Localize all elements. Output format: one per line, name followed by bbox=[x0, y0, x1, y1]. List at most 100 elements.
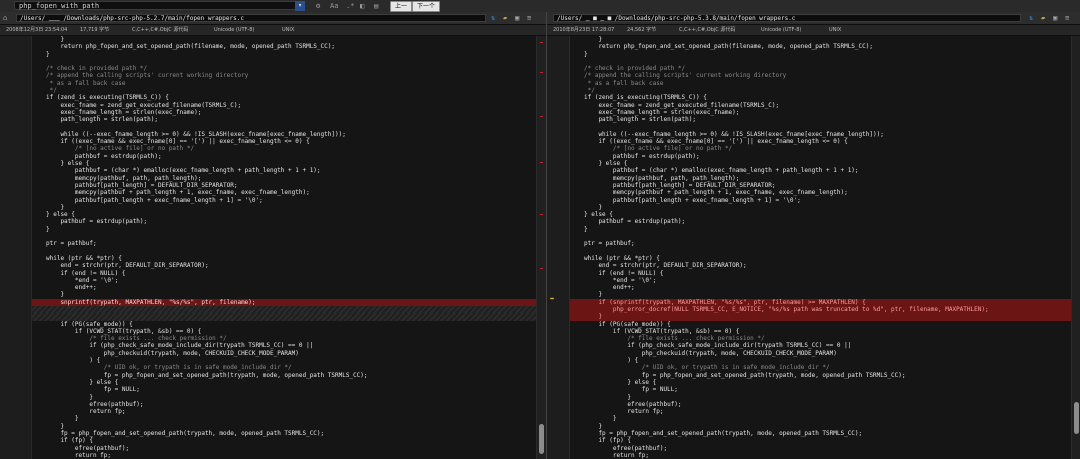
code-line[interactable]: return fp; bbox=[32, 452, 536, 459]
highlight-icon[interactable]: ◧ bbox=[360, 1, 364, 11]
code-line[interactable]: if (end != NULL) { bbox=[32, 270, 536, 277]
line-endings[interactable]: UNIX bbox=[282, 25, 294, 35]
code-line[interactable]: fp = php_fopen_and_set_opened_path(trypa… bbox=[32, 372, 536, 379]
diff-arrow-icon[interactable]: ➥ bbox=[550, 296, 554, 303]
code-line[interactable]: } bbox=[570, 291, 1071, 298]
code-line[interactable]: } bbox=[570, 204, 1071, 211]
code-line[interactable]: } bbox=[570, 313, 1071, 321]
code-line[interactable]: /* check in provided path */ bbox=[570, 65, 1071, 72]
code-line[interactable] bbox=[32, 233, 536, 240]
code-line[interactable]: } bbox=[32, 204, 536, 211]
save-icon[interactable]: ▣ bbox=[515, 13, 519, 23]
code-line[interactable]: } else { bbox=[32, 379, 536, 386]
file-encoding[interactable]: Unicode (UTF-8) bbox=[214, 25, 254, 35]
code-line[interactable]: efree(pathbuf); bbox=[570, 445, 1071, 452]
pin-icon[interactable]: ⇅ bbox=[1029, 13, 1033, 23]
code-line[interactable]: efree(pathbuf); bbox=[32, 401, 536, 408]
code-line[interactable]: pathbuf = estrdup(path); bbox=[32, 153, 536, 160]
file-type[interactable]: C,C++,C#,ObjC 源代码 bbox=[132, 25, 188, 35]
right-file-path[interactable]: /Users/ ▁ ■ ▁ ■ /Downloads/php-src-php-5… bbox=[553, 14, 1021, 22]
code-line[interactable]: path_length = strlen(path); bbox=[570, 116, 1071, 123]
code-line[interactable]: } else { bbox=[570, 160, 1071, 167]
prev-button[interactable]: 上一 bbox=[390, 1, 413, 12]
code-line[interactable]: /* check in provided path */ bbox=[32, 65, 536, 72]
code-line[interactable]: /* file exists ... check permission */ bbox=[32, 335, 536, 342]
code-line[interactable]: exec_fname_length = strlen(exec_fname); bbox=[570, 109, 1071, 116]
code-line[interactable]: } bbox=[32, 226, 536, 233]
file-encoding[interactable]: Unicode (UTF-8) bbox=[761, 25, 801, 35]
code-line[interactable]: if (php_check_safe_mode_include_dir(tryp… bbox=[32, 342, 536, 349]
code-line[interactable]: snprintf(trypath, MAXPATHLEN, "%s/%s", p… bbox=[32, 298, 536, 306]
code-line[interactable] bbox=[570, 248, 1071, 255]
code-line[interactable] bbox=[32, 248, 536, 255]
code-line[interactable]: fp = php_fopen_and_set_opened_path(trypa… bbox=[570, 372, 1071, 379]
code-line[interactable]: pathbuf = estrdup(path); bbox=[32, 218, 536, 225]
code-line[interactable]: fp = NULL; bbox=[570, 386, 1071, 393]
right-scroll-thumb[interactable] bbox=[1074, 402, 1079, 434]
code-line[interactable]: /* append the calling scripts' current w… bbox=[32, 72, 536, 79]
code-line[interactable]: pathbuf[path_length + exec_fname_length … bbox=[570, 197, 1071, 204]
code-line[interactable]: } bbox=[32, 291, 536, 298]
code-line[interactable]: fp = NULL; bbox=[32, 386, 536, 393]
filter-icon[interactable]: ▤ bbox=[374, 1, 378, 11]
code-line[interactable]: if (PG(safe_mode)) { bbox=[32, 321, 536, 328]
code-line[interactable]: pathbuf = (char *) emalloc(exec_fname_le… bbox=[570, 167, 1071, 174]
code-line[interactable]: if ((exec_fname && exec_fname[0] == '[')… bbox=[32, 138, 536, 145]
code-line[interactable]: /* file exists ... check permission */ bbox=[570, 335, 1071, 342]
code-line[interactable] bbox=[570, 124, 1071, 131]
code-line[interactable] bbox=[570, 233, 1071, 240]
code-line[interactable]: pathbuf = estrdup(path); bbox=[570, 218, 1071, 225]
code-line[interactable]: pathbuf[path_length] = DEFAULT_DIR_SEPAR… bbox=[570, 182, 1071, 189]
folder-icon[interactable]: ▰ bbox=[1041, 13, 1045, 23]
search-input[interactable]: php_fopen_with_path bbox=[14, 1, 304, 10]
code-line[interactable]: } bbox=[32, 423, 536, 430]
code-line[interactable]: efree(pathbuf); bbox=[32, 445, 536, 452]
regex-icon[interactable]: .* bbox=[346, 1, 354, 11]
code-line[interactable]: ) { bbox=[32, 357, 536, 364]
save-icon[interactable]: ▣ bbox=[1053, 13, 1057, 23]
code-line[interactable]: end = strchr(ptr, DEFAULT_DIR_SEPARATOR)… bbox=[32, 262, 536, 269]
code-line[interactable]: while ((--exec_fname_length >= 0) && !IS… bbox=[570, 131, 1071, 138]
search-dropdown-icon[interactable]: ▾ bbox=[295, 1, 305, 11]
code-line[interactable]: end++; bbox=[32, 284, 536, 291]
code-line[interactable]: */ bbox=[570, 87, 1071, 94]
code-line[interactable]: memcpy(pathbuf + path_length + 1, exec_f… bbox=[32, 189, 536, 196]
code-line[interactable] bbox=[32, 305, 536, 314]
code-line[interactable] bbox=[32, 313, 536, 321]
code-line[interactable]: } bbox=[32, 51, 536, 58]
case-icon[interactable]: Aa bbox=[330, 1, 338, 11]
search-options-icon[interactable]: ⚙ bbox=[316, 1, 320, 11]
code-line[interactable]: } else { bbox=[32, 211, 536, 218]
code-line[interactable]: } bbox=[570, 51, 1071, 58]
code-line[interactable] bbox=[32, 124, 536, 131]
code-line[interactable]: if (end != NULL) { bbox=[570, 270, 1071, 277]
code-line[interactable]: pathbuf = (char *) emalloc(exec_fname_le… bbox=[32, 167, 536, 174]
code-line[interactable]: /* UID ok, or trypath is in safe_mode_in… bbox=[570, 364, 1071, 371]
code-line[interactable]: if (snprintf(trypath, MAXPATHLEN, "%s/%s… bbox=[570, 298, 1071, 306]
code-line[interactable]: } else { bbox=[32, 160, 536, 167]
code-line[interactable]: pathbuf = estrdup(path); bbox=[570, 153, 1071, 160]
code-line[interactable]: * as a fall back case bbox=[32, 80, 536, 87]
code-line[interactable]: php_checkuid(trypath, mode, CHECKUID_CHE… bbox=[570, 350, 1071, 357]
code-line[interactable]: return php_fopen_and_set_opened_path(fil… bbox=[32, 43, 536, 50]
code-line[interactable]: memcpy(pathbuf, path, path_length); bbox=[32, 175, 536, 182]
code-line[interactable]: if (php_check_safe_mode_include_dir(tryp… bbox=[570, 342, 1071, 349]
code-line[interactable]: /* UID ok, or trypath is in safe_mode_in… bbox=[32, 364, 536, 371]
code-line[interactable]: fp = php_fopen_and_set_opened_path(trypa… bbox=[570, 430, 1071, 437]
code-line[interactable]: } else { bbox=[570, 379, 1071, 386]
code-line[interactable]: } bbox=[570, 226, 1071, 233]
code-line[interactable]: } bbox=[32, 36, 536, 43]
code-line[interactable]: } bbox=[570, 36, 1071, 43]
code-line[interactable]: pathbuf[path_length + exec_fname_length … bbox=[32, 197, 536, 204]
code-line[interactable]: while ((--exec_fname_length >= 0) && !IS… bbox=[32, 131, 536, 138]
code-line[interactable]: exec_fname_length = strlen(exec_fname); bbox=[32, 109, 536, 116]
left-scrollbar[interactable] bbox=[536, 36, 546, 459]
next-button[interactable]: 下一个 bbox=[412, 1, 441, 12]
code-line[interactable]: memcpy(pathbuf + path_length + 1, exec_f… bbox=[570, 189, 1071, 196]
code-line[interactable]: end++; bbox=[570, 284, 1071, 291]
code-line[interactable]: exec_fname = zend_get_executed_filename(… bbox=[570, 102, 1071, 109]
code-line[interactable]: *end = '\0'; bbox=[570, 277, 1071, 284]
code-line[interactable]: } else { bbox=[570, 211, 1071, 218]
menu-icon[interactable]: ≡ bbox=[527, 13, 531, 23]
code-line[interactable]: if (fp) { bbox=[570, 437, 1071, 444]
